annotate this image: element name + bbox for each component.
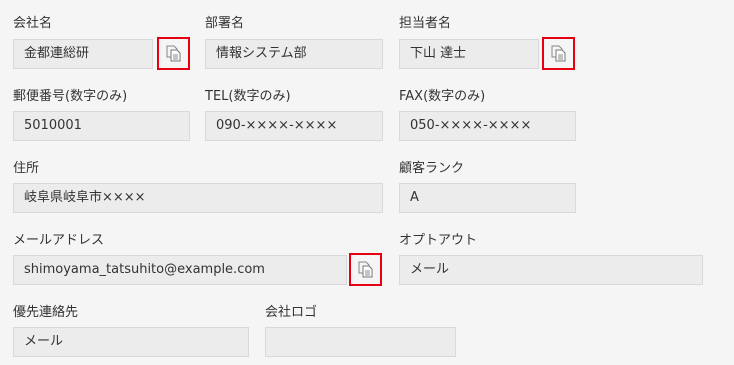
customer-rank-label: 顧客ランク <box>399 161 465 176</box>
customer-rank-field[interactable]: A <box>399 183 576 213</box>
copy-email-button[interactable] <box>349 253 382 286</box>
copy-icon <box>551 45 566 62</box>
copy-company-name-button[interactable] <box>157 37 190 70</box>
preferred-contact-field[interactable]: メール <box>13 327 249 357</box>
email-label: メールアドレス <box>13 233 105 248</box>
email-field[interactable]: shimoyama_tatsuhito@example.com <box>13 255 347 285</box>
tel-field[interactable]: 090-××××-×××× <box>205 111 383 141</box>
preferred-contact-label: 優先連絡先 <box>13 305 79 320</box>
company-name-field[interactable]: 金都連総研 <box>13 39 153 69</box>
contact-person-label: 担当者名 <box>399 16 452 31</box>
copy-contact-person-button[interactable] <box>542 37 575 70</box>
tel-label: TEL(数字のみ) <box>205 89 291 104</box>
postal-code-label: 郵便番号(数字のみ) <box>13 89 128 104</box>
company-logo-label: 会社ロゴ <box>265 305 318 320</box>
department-field[interactable]: 情報システム部 <box>205 39 383 69</box>
opt-out-label: オプトアウト <box>399 233 478 248</box>
fax-field[interactable]: 050-××××-×××× <box>399 111 576 141</box>
fax-label: FAX(数字のみ) <box>399 89 486 104</box>
copy-icon <box>166 45 181 62</box>
department-label: 部署名 <box>205 16 245 31</box>
contact-person-field[interactable]: 下山 達士 <box>399 39 539 69</box>
company-logo-field[interactable] <box>265 327 456 357</box>
company-name-label: 会社名 <box>13 16 53 31</box>
opt-out-field[interactable]: メール <box>399 255 703 285</box>
postal-code-field[interactable]: 5010001 <box>13 111 190 141</box>
address-field[interactable]: 岐阜県岐阜市×××× <box>13 183 383 213</box>
copy-icon <box>358 261 373 278</box>
address-label: 住所 <box>13 161 40 176</box>
